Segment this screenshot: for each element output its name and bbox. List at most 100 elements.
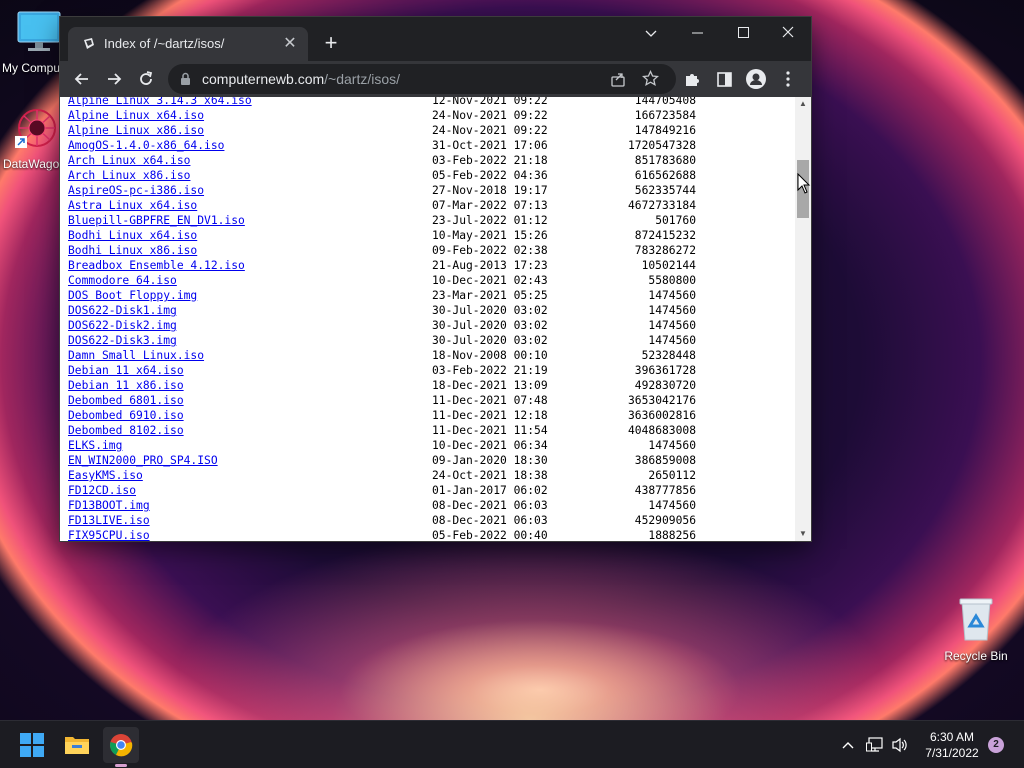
file-size: 1474560	[648, 289, 696, 302]
table-row: FD13LIVE.iso 08-Dec-2021 06:03 452909056	[68, 513, 788, 528]
file-link[interactable]: Bodhi Linux x86.iso	[68, 243, 197, 258]
url-path: /~dartz/isos/	[324, 71, 401, 87]
side-panel-button[interactable]	[710, 65, 738, 93]
minimize-button[interactable]	[674, 17, 720, 49]
file-size: 616562688	[634, 169, 696, 182]
file-size: 452909056	[634, 514, 696, 527]
file-link[interactable]: DOS622-Disk2.img	[68, 318, 177, 333]
scroll-up-arrow-icon[interactable]: ▲	[795, 97, 811, 111]
table-row: DOS Boot Floppy.img 23-Mar-2021 05:25 1474…	[68, 288, 788, 303]
file-link[interactable]: Alpine Linux x86.iso	[68, 123, 204, 138]
file-link[interactable]: Astra Linux x64.iso	[68, 198, 197, 213]
vertical-scrollbar[interactable]: ▲ ▼	[795, 97, 811, 541]
file-link[interactable]: EN_WIN2000_PRO_SP4.ISO	[68, 453, 218, 468]
file-link[interactable]: FIX95CPU.iso	[68, 528, 150, 541]
file-link[interactable]: Debian 11 x86.iso	[68, 378, 184, 393]
table-row: Breadbox Ensemble 4.12.iso 21-Aug-2013 17…	[68, 258, 788, 273]
table-row: DOS622-Disk2.img 30-Jul-2020 03:02 1474560	[68, 318, 788, 333]
extensions-button[interactable]	[678, 65, 706, 93]
folder-icon	[65, 737, 89, 754]
lock-icon[interactable]	[180, 72, 191, 86]
address-bar[interactable]: computernewb.com/~dartz/isos/	[168, 64, 676, 94]
back-button[interactable]	[68, 65, 96, 93]
file-explorer-button[interactable]	[59, 727, 95, 763]
file-link[interactable]: AmogOS-1.4.0-x86_64.iso	[68, 138, 224, 153]
profile-button[interactable]	[742, 65, 770, 93]
file-size: 1474560	[648, 304, 696, 317]
desktop-icon-datawagon[interactable]: DataWagon	[0, 106, 62, 171]
file-link[interactable]: Bluepill-GBPFRE_EN_DV1.iso	[68, 213, 245, 228]
share-icon[interactable]	[610, 71, 626, 87]
file-link[interactable]: DOS622-Disk3.img	[68, 333, 177, 348]
file-size: 10502144	[641, 259, 696, 272]
clock-date: 7/31/2022	[925, 746, 979, 760]
file-link[interactable]: Bodhi Linux x64.iso	[68, 228, 197, 243]
bookmark-star-icon[interactable]	[642, 70, 659, 87]
file-link[interactable]: Debombed 8102.iso	[68, 423, 184, 438]
file-link[interactable]: FD13LIVE.iso	[68, 513, 150, 528]
desktop-icon-my-computer[interactable]: My Computer	[0, 10, 62, 75]
file-size: 2650112	[648, 469, 696, 482]
start-button[interactable]	[14, 727, 50, 763]
file-date: 11-Dec-2021 11:54	[432, 424, 548, 437]
file-link[interactable]: Debombed 6910.iso	[68, 408, 184, 423]
table-row: ELKS.img 10-Dec-2021 06:34 1474560	[68, 438, 788, 453]
reload-button[interactable]	[132, 65, 160, 93]
file-link[interactable]: Damn Small Linux.iso	[68, 348, 204, 363]
close-tab-icon[interactable]: ✕	[282, 27, 298, 61]
file-size: 1474560	[648, 439, 696, 452]
table-row: Bluepill-GBPFRE_EN_DV1.iso 23-Jul-2022 01…	[68, 213, 788, 228]
file-link[interactable]: DOS622-Disk1.img	[68, 303, 177, 318]
scroll-down-arrow-icon[interactable]: ▼	[795, 527, 811, 541]
file-link[interactable]: ELKS.img	[68, 438, 122, 453]
file-date: 08-Dec-2021 06:03	[432, 514, 548, 527]
tab-search-button[interactable]	[628, 17, 674, 49]
show-hidden-icons-button[interactable]	[838, 721, 858, 768]
forward-button[interactable]	[100, 65, 128, 93]
url-host: computernewb.com	[202, 71, 325, 87]
file-size: 396361728	[634, 364, 696, 377]
desktop-icon-recycle-bin[interactable]: Recycle Bin	[940, 596, 1012, 663]
file-link[interactable]: FD13BOOT.img	[68, 498, 150, 513]
file-date: 08-Dec-2021 06:03	[432, 499, 548, 512]
url-text[interactable]: computernewb.com/~dartz/isos/	[202, 64, 400, 94]
file-link[interactable]: Alpine Linux x64.iso	[68, 108, 204, 123]
file-link[interactable]: Debombed 6801.iso	[68, 393, 184, 408]
browser-menu-button[interactable]	[774, 65, 802, 93]
close-window-button[interactable]	[765, 17, 811, 49]
taskbar-clock[interactable]: 6:30 AM 7/31/2022	[916, 729, 988, 761]
chrome-taskbar-button[interactable]	[103, 727, 139, 763]
chrome-icon	[110, 734, 133, 757]
maximize-button[interactable]	[720, 17, 766, 49]
file-size: 3636002816	[627, 409, 696, 422]
file-date: 27-Nov-2018 19:17	[432, 184, 548, 197]
file-link[interactable]: Arch Linux x86.iso	[68, 168, 190, 183]
file-date: 23-Jul-2022 01:12	[432, 214, 548, 227]
arrow-right-icon	[108, 73, 122, 85]
volume-button[interactable]	[889, 721, 911, 768]
tab-title: Index of /~dartz/isos/	[104, 36, 225, 51]
table-row: Commodore 64.iso 10-Dec-2021 02:43 5580800	[68, 273, 788, 288]
new-tab-button[interactable]: +	[318, 30, 344, 56]
file-size: 1474560	[648, 334, 696, 347]
file-date: 18-Nov-2008 00:10	[432, 349, 548, 362]
file-link[interactable]: Breadbox Ensemble 4.12.iso	[68, 258, 245, 273]
file-link[interactable]: DOS Boot Floppy.img	[68, 288, 197, 303]
file-link[interactable]: FD12CD.iso	[68, 483, 136, 498]
taskbar: 6:30 AM 7/31/2022	[0, 720, 1024, 768]
file-link[interactable]: Debian 11 x64.iso	[68, 363, 184, 378]
tab-strip: Index of /~dartz/isos/ ✕ +	[60, 17, 811, 61]
table-row: Debombed 8102.iso 11-Dec-2021 11:54 404868…	[68, 423, 788, 438]
tab-active[interactable]: Index of /~dartz/isos/ ✕	[68, 27, 308, 61]
notification-badge[interactable]: 2	[988, 737, 1004, 753]
file-link[interactable]: EasyKMS.iso	[68, 468, 143, 483]
file-link[interactable]: Alpine Linux 3.14.3 x64.iso	[68, 97, 252, 108]
arrow-left-icon	[74, 73, 88, 85]
network-button[interactable]	[864, 721, 886, 768]
file-link[interactable]: Commodore 64.iso	[68, 273, 177, 288]
file-link[interactable]: AspireOS-pc-i386.iso	[68, 183, 204, 198]
file-date: 30-Jul-2020 03:02	[432, 319, 548, 332]
speaker-icon	[892, 737, 907, 753]
file-link[interactable]: Arch Linux x64.iso	[68, 153, 190, 168]
file-date: 10-May-2021 15:26	[432, 229, 548, 242]
